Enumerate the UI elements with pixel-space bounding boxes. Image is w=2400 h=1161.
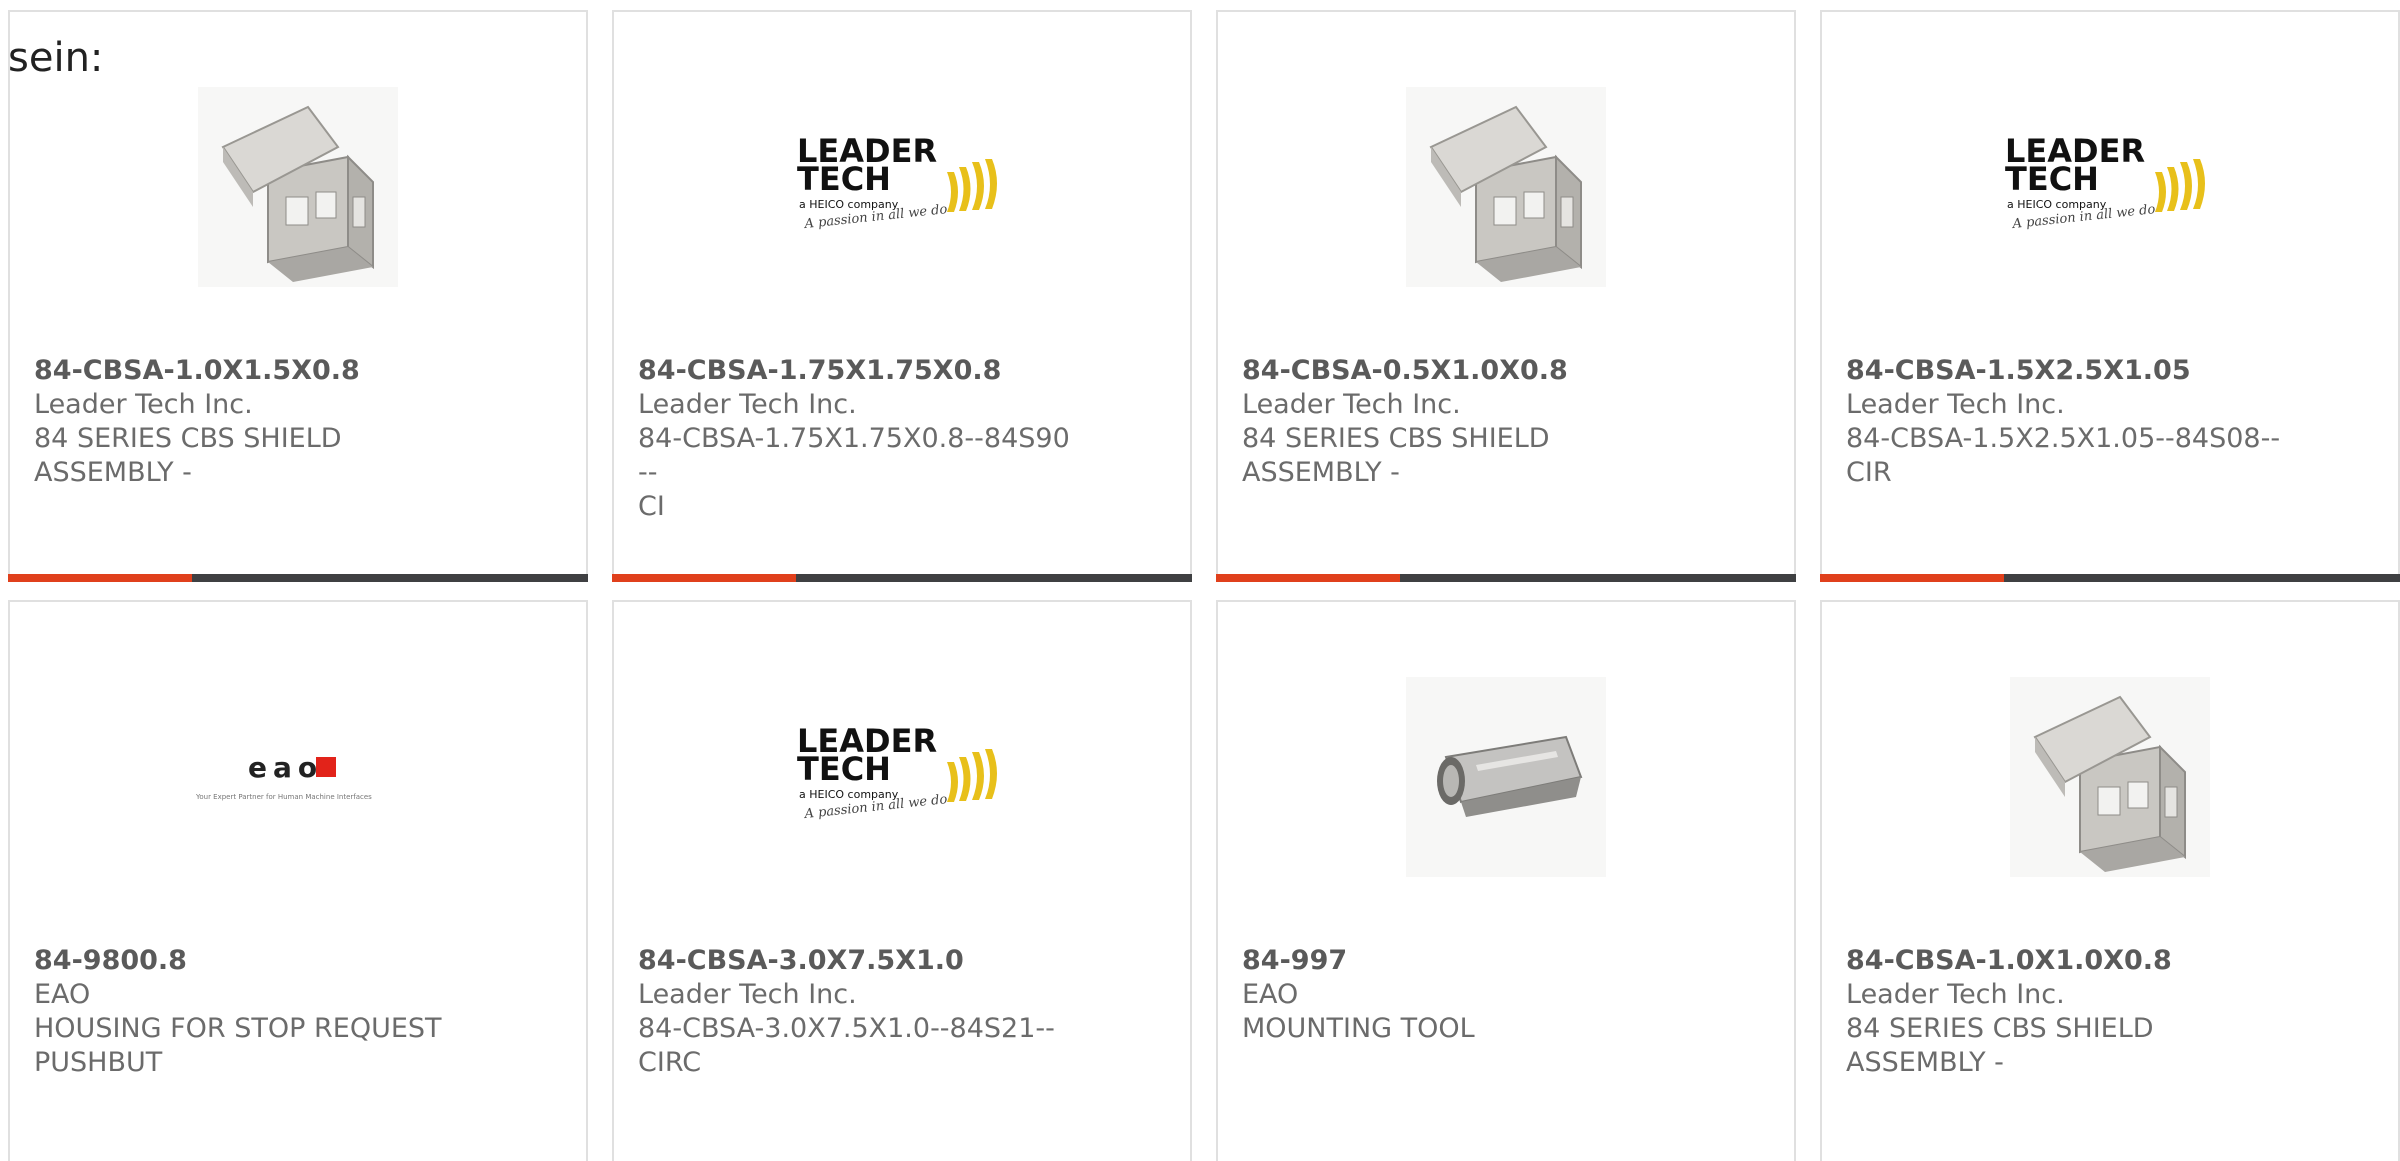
logo-text-line2: TECH: [797, 160, 891, 198]
mounting-tool-image: [1406, 677, 1606, 877]
product-image[interactable]: LEADER TECH a HEICO company A passion in…: [614, 672, 1190, 882]
part-number[interactable]: 84-CBSA-1.0X1.0X0.8: [1846, 944, 2286, 978]
part-number[interactable]: 84-CBSA-0.5X1.0X0.8: [1242, 354, 1682, 388]
product-card[interactable]: LEADER TECH a HEICO company A passion in…: [612, 10, 1192, 582]
manufacturer: Leader Tech Inc.: [638, 389, 857, 420]
manufacturer: Leader Tech Inc.: [34, 389, 253, 420]
product-card[interactable]: 84-CBSA-1.0X1.0X0.8 Leader Tech Inc. 84 …: [1820, 600, 2400, 1161]
part-number[interactable]: 84-CBSA-1.0X1.5X0.8: [34, 354, 474, 388]
part-number[interactable]: 84-CBSA-1.75X1.75X0.8: [638, 354, 1078, 388]
eao-logo: eao Your Expert Partner for Human Machin…: [195, 751, 372, 801]
eao-tagline: Your Expert Partner for Human Machine In…: [195, 793, 372, 801]
part-number[interactable]: 84-9800.8: [34, 944, 474, 978]
leader-tech-logo: LEADER TECH a HEICO company A passion in…: [2005, 132, 2205, 232]
description-line-1: 84 SERIES CBS SHIELD: [34, 423, 342, 454]
leader-tech-logo: LEADER TECH a HEICO company A passion in…: [797, 132, 997, 232]
description-line-2: CIR: [1846, 457, 1892, 488]
card-bar-accent: [612, 574, 796, 582]
product-card[interactable]: eao Your Expert Partner for Human Machin…: [8, 600, 588, 1161]
description-line-1: 84-CBSA-1.75X1.75X0.8--84S90--: [638, 423, 1070, 488]
product-image[interactable]: [1822, 672, 2398, 882]
product-card[interactable]: 84-CBSA-0.5X1.0X0.8 Leader Tech Inc. 84 …: [1216, 10, 1796, 582]
product-info: 84-CBSA-3.0X7.5X1.0 Leader Tech Inc. 84-…: [638, 944, 1078, 1080]
description-line-2: CIRC: [638, 1047, 702, 1078]
shield-cage-image: [2010, 677, 2210, 877]
product-card[interactable]: LEADER TECH a HEICO company A passion in…: [612, 600, 1192, 1161]
logo-text-line2: TECH: [797, 750, 891, 788]
product-info: 84-997 EAO MOUNTING TOOL: [1242, 944, 1682, 1046]
product-image[interactable]: eao Your Expert Partner for Human Machin…: [10, 672, 586, 882]
product-image[interactable]: LEADER TECH a HEICO company A passion in…: [614, 82, 1190, 292]
description-line-1: 84-CBSA-3.0X7.5X1.0--84S21--: [638, 1013, 1055, 1044]
eao-red-square: [316, 757, 336, 777]
part-number[interactable]: 84-997: [1242, 944, 1682, 978]
shield-cage-image: [198, 87, 398, 287]
product-info: 84-CBSA-1.0X1.5X0.8 Leader Tech Inc. 84 …: [34, 354, 474, 490]
shield-cage-image: [1406, 87, 1606, 287]
card-bar-accent: [1820, 574, 2004, 582]
logo-text-line2: TECH: [2005, 160, 2099, 198]
product-grid-row-2: eao Your Expert Partner for Human Machin…: [8, 600, 2400, 1161]
product-image[interactable]: [10, 82, 586, 292]
description-line-1: 84 SERIES CBS SHIELD: [1242, 423, 1550, 454]
product-info: 84-CBSA-1.5X2.5X1.05 Leader Tech Inc. 84…: [1846, 354, 2286, 490]
card-progress-bar: [8, 574, 588, 582]
description-line-1: 84-CBSA-1.5X2.5X1.05--84S08--: [1846, 423, 2281, 454]
product-image[interactable]: [1218, 672, 1794, 882]
card-bar-accent: [8, 574, 192, 582]
manufacturer: Leader Tech Inc.: [638, 979, 857, 1010]
description-line-2: PUSHBUT: [34, 1047, 163, 1078]
manufacturer: Leader Tech Inc.: [1846, 389, 2065, 420]
description-line-2: ASSEMBLY -: [1846, 1047, 2004, 1078]
card-progress-bar: [1820, 574, 2400, 582]
eao-wordmark: eao: [248, 751, 323, 784]
part-number[interactable]: 84-CBSA-3.0X7.5X1.0: [638, 944, 1078, 978]
product-card[interactable]: 84-CBSA-1.0X1.5X0.8 Leader Tech Inc. 84 …: [8, 10, 588, 582]
product-info: 84-CBSA-1.0X1.0X0.8 Leader Tech Inc. 84 …: [1846, 944, 2286, 1080]
product-image[interactable]: LEADER TECH a HEICO company A passion in…: [1822, 82, 2398, 292]
manufacturer: EAO: [1242, 979, 1299, 1010]
description-line-2: CI: [638, 491, 665, 522]
product-info: 84-CBSA-1.75X1.75X0.8 Leader Tech Inc. 8…: [638, 354, 1078, 524]
product-info: 84-CBSA-0.5X1.0X0.8 Leader Tech Inc. 84 …: [1242, 354, 1682, 490]
description-line-2: ASSEMBLY -: [34, 457, 192, 488]
card-progress-bar: [612, 574, 1192, 582]
intro-text: sein:: [8, 35, 104, 81]
product-info: 84-9800.8 EAO HOUSING FOR STOP REQUEST P…: [34, 944, 474, 1080]
card-bar-accent: [1216, 574, 1400, 582]
description-line-1: HOUSING FOR STOP REQUEST: [34, 1013, 442, 1044]
description-line-1: MOUNTING TOOL: [1242, 1013, 1475, 1044]
manufacturer: Leader Tech Inc.: [1242, 389, 1461, 420]
part-number[interactable]: 84-CBSA-1.5X2.5X1.05: [1846, 354, 2286, 388]
card-progress-bar: [1216, 574, 1796, 582]
description-line-1: 84 SERIES CBS SHIELD: [1846, 1013, 2154, 1044]
leader-tech-logo: LEADER TECH a HEICO company A passion in…: [797, 722, 997, 822]
manufacturer: EAO: [34, 979, 91, 1010]
product-image[interactable]: [1218, 82, 1794, 292]
product-listing-page: sein: 84-CBSA-1.0X1.5X0.8 Leader Tech In…: [0, 0, 2400, 1161]
description-line-2: ASSEMBLY -: [1242, 457, 1400, 488]
product-card[interactable]: 84-997 EAO MOUNTING TOOL: [1216, 600, 1796, 1161]
product-grid: 84-CBSA-1.0X1.5X0.8 Leader Tech Inc. 84 …: [8, 10, 2400, 582]
product-card[interactable]: LEADER TECH a HEICO company A passion in…: [1820, 10, 2400, 582]
manufacturer: Leader Tech Inc.: [1846, 979, 2065, 1010]
